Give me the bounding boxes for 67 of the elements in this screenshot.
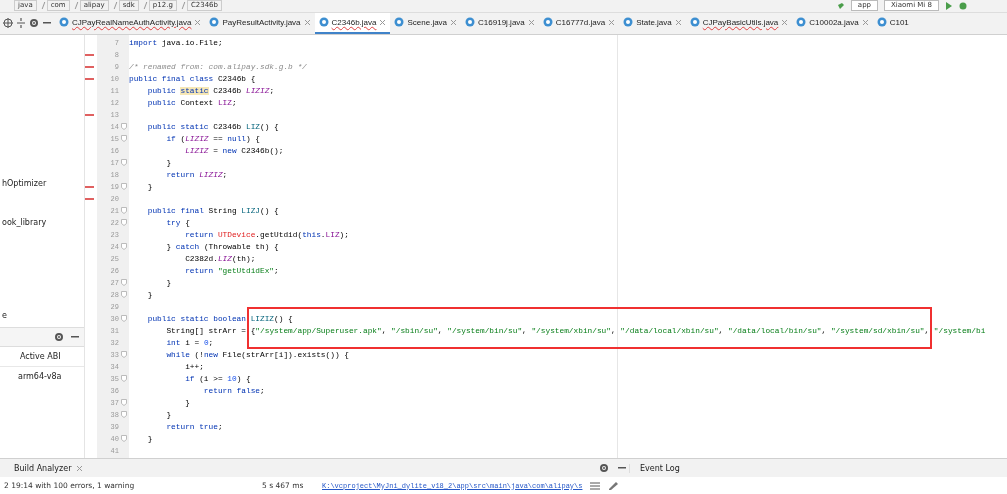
close-icon[interactable] — [861, 18, 869, 26]
fold-marker-icon[interactable] — [121, 159, 127, 167]
fold-marker-icon[interactable] — [121, 315, 127, 323]
project-tree-item[interactable]: ook_library — [0, 217, 84, 228]
target-icon[interactable] — [3, 18, 14, 29]
fold-marker-icon[interactable] — [121, 291, 127, 299]
close-icon[interactable] — [781, 18, 789, 26]
java-class-icon — [542, 17, 553, 28]
collapse-icon[interactable] — [16, 18, 27, 29]
project-tree-item[interactable]: e — [0, 310, 84, 321]
close-icon[interactable] — [527, 18, 535, 26]
close-icon[interactable] — [450, 18, 458, 26]
file-tab[interactable]: C2346b.java — [314, 12, 391, 34]
menu-icon[interactable] — [590, 481, 601, 490]
edit-icon[interactable] — [608, 481, 619, 490]
java-class-icon — [394, 17, 405, 28]
fold-marker-icon[interactable] — [121, 411, 127, 419]
file-tab[interactable]: PayResultActivity.java — [205, 12, 315, 34]
fold-marker-icon[interactable] — [121, 399, 127, 407]
java-class-icon — [59, 17, 69, 28]
tool-window-tab[interactable]: Event Log — [629, 463, 680, 473]
fold-marker-icon[interactable] — [121, 207, 127, 215]
file-tab[interactable]: C101 — [872, 12, 913, 34]
file-tab[interactable]: C10002a.java — [792, 12, 873, 34]
java-class-icon — [876, 17, 887, 28]
fold-marker-icon[interactable] — [121, 123, 127, 131]
file-tab[interactable]: C16919j.java — [461, 12, 539, 34]
error-marker[interactable] — [85, 77, 94, 80]
close-icon[interactable] — [674, 18, 682, 26]
error-marker[interactable] — [85, 113, 94, 116]
run-icon[interactable] — [945, 2, 953, 10]
fold-marker-icon[interactable] — [121, 351, 127, 359]
settings-icon[interactable] — [54, 331, 64, 342]
column-header[interactable]: Active ABI — [0, 346, 84, 367]
java-class-icon — [623, 17, 634, 28]
close-icon[interactable] — [194, 18, 202, 26]
file-tab[interactable]: C16777d.java — [538, 12, 620, 34]
fold-marker-icon[interactable] — [121, 435, 127, 443]
fold-marker-icon[interactable] — [121, 243, 127, 251]
settings-icon[interactable] — [28, 18, 39, 29]
java-class-icon — [465, 17, 476, 28]
java-class-icon — [209, 17, 220, 28]
fold-marker-icon[interactable] — [121, 375, 127, 383]
java-class-icon — [689, 17, 700, 28]
project-tree-item[interactable]: hOptimizer — [0, 178, 84, 189]
fold-marker-icon[interactable] — [121, 279, 127, 287]
tool-window-tab[interactable]: Build Analyzer — [0, 463, 599, 473]
close-icon[interactable] — [303, 18, 311, 26]
debug-icon[interactable] — [959, 2, 967, 10]
error-marker[interactable] — [85, 65, 94, 68]
fold-marker-icon[interactable] — [121, 219, 127, 227]
file-tab[interactable]: CJPayRealNameAuthActivity.java — [55, 12, 206, 34]
error-marker[interactable] — [85, 185, 94, 188]
table-cell-text: arm64-v8a — [17, 370, 63, 383]
error-marker[interactable] — [85, 197, 94, 200]
file-tab[interactable]: Scene.java — [390, 12, 462, 34]
file-tab[interactable]: State.java — [619, 12, 686, 34]
close-icon[interactable] — [76, 464, 84, 472]
file-tab[interactable]: CJPayBasicUtils.java — [685, 12, 793, 34]
fold-marker-icon[interactable] — [121, 135, 127, 143]
close-icon[interactable] — [608, 18, 616, 26]
close-icon[interactable] — [379, 18, 387, 26]
java-class-icon — [318, 17, 329, 28]
fold-marker-icon[interactable] — [121, 183, 127, 191]
error-marker[interactable] — [85, 53, 94, 56]
java-class-icon — [796, 17, 807, 28]
settings-icon[interactable] — [599, 463, 609, 474]
